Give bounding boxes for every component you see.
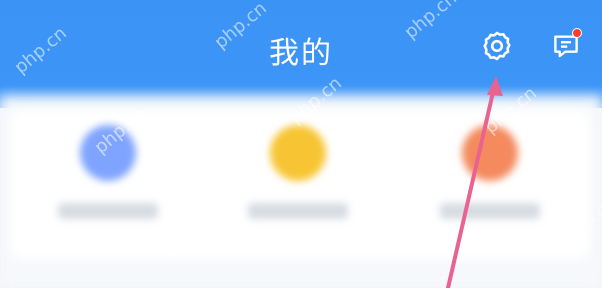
annotation-arrow (446, 76, 503, 288)
